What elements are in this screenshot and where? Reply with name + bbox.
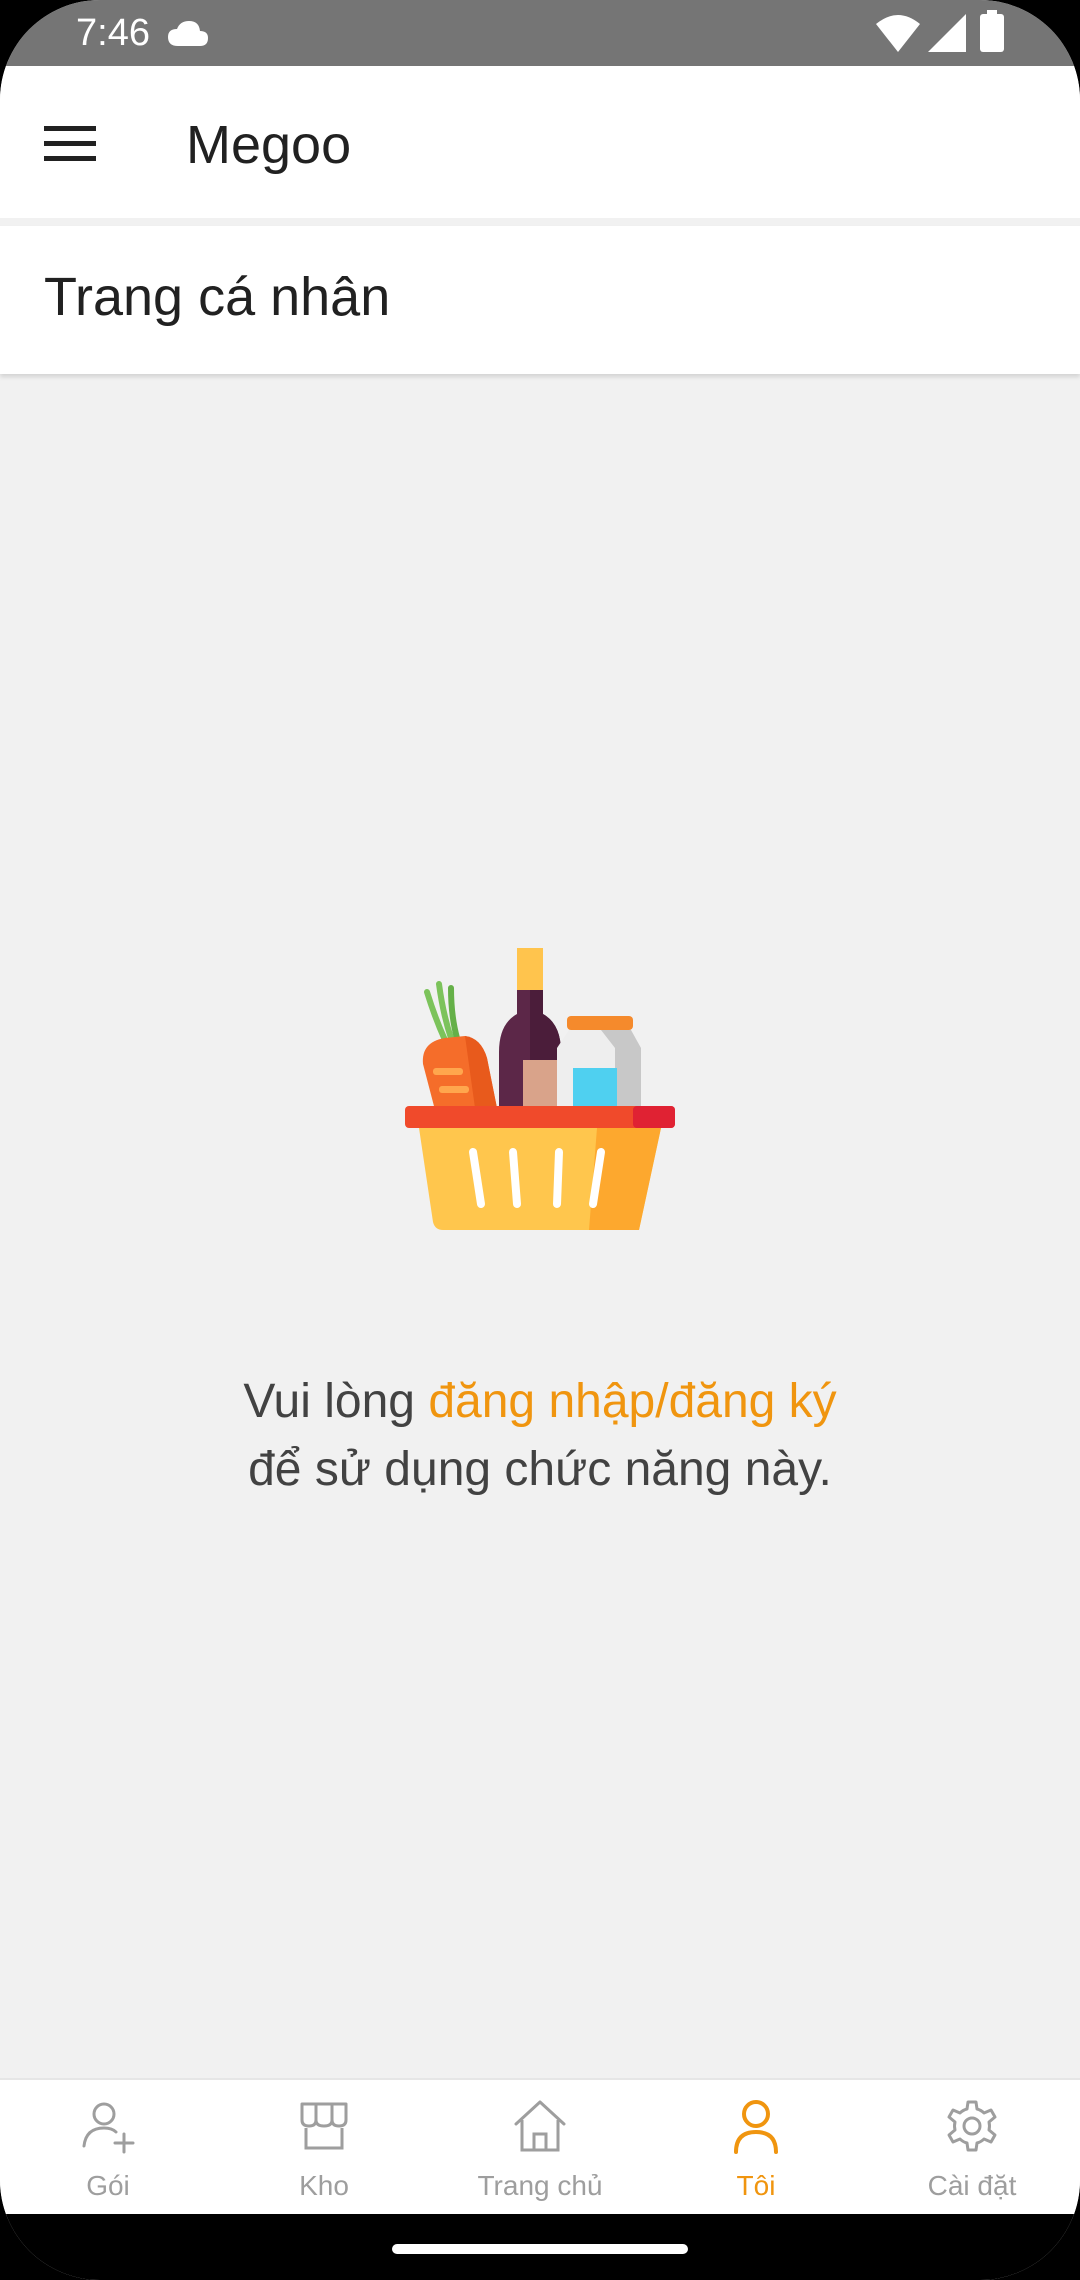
status-time: 7:46 bbox=[76, 12, 150, 54]
home-icon bbox=[514, 2100, 566, 2152]
home-indicator[interactable] bbox=[392, 2244, 688, 2254]
login-register-link[interactable]: đăng nhập/đăng ký bbox=[428, 1375, 836, 1428]
nav-label: Trang chủ bbox=[477, 2170, 603, 2201]
cloud-icon bbox=[168, 21, 208, 46]
page-header: Trang cá nhân bbox=[0, 226, 1080, 374]
status-bar: 7:46 bbox=[0, 0, 1080, 66]
user-icon bbox=[734, 2100, 778, 2154]
add-user-icon bbox=[82, 2102, 135, 2154]
message-prefix: Vui lòng bbox=[243, 1375, 429, 1428]
settings-icon bbox=[947, 2100, 997, 2152]
app-title: Megoo bbox=[186, 115, 352, 175]
nav-item-goi[interactable]: Gói bbox=[0, 2080, 216, 2216]
nav-item-trang-chu[interactable]: Trang chủ bbox=[432, 2080, 648, 2216]
wifi-icon bbox=[876, 15, 920, 52]
menu-icon[interactable] bbox=[44, 124, 96, 164]
login-message-line-1: Vui lòng đăng nhập/đăng ký bbox=[0, 1368, 1080, 1436]
signal-icon bbox=[928, 14, 966, 52]
shopping-basket-icon bbox=[405, 948, 675, 1230]
login-message: Vui lòng đăng nhập/đăng ký để sử dụng ch… bbox=[0, 1368, 1080, 1504]
page-title: Trang cá nhân bbox=[44, 267, 391, 327]
message-suffix: để sử dụng chức năng này. bbox=[248, 1443, 832, 1496]
gesture-bar bbox=[0, 2214, 1080, 2280]
nav-item-cai-dat[interactable]: Cài đặt bbox=[864, 2080, 1080, 2216]
app-screen: 7:46 Megoo Trang cá nhân Vui lòng đăng n… bbox=[0, 0, 1080, 2280]
nav-label: Gói bbox=[86, 2170, 130, 2201]
bottom-nav: Gói Kho Trang chủ Tôi Cài đặt bbox=[0, 2078, 1080, 2216]
battery-icon bbox=[980, 10, 1004, 52]
nav-label: Kho bbox=[299, 2170, 349, 2201]
app-bar: Megoo bbox=[0, 66, 1080, 218]
store-icon bbox=[300, 2102, 348, 2150]
nav-label: Tôi bbox=[736, 2170, 776, 2201]
nav-label: Cài đặt bbox=[927, 2170, 1017, 2201]
nav-item-kho[interactable]: Kho bbox=[216, 2080, 432, 2216]
nav-item-toi[interactable]: Tôi bbox=[648, 2080, 864, 2216]
